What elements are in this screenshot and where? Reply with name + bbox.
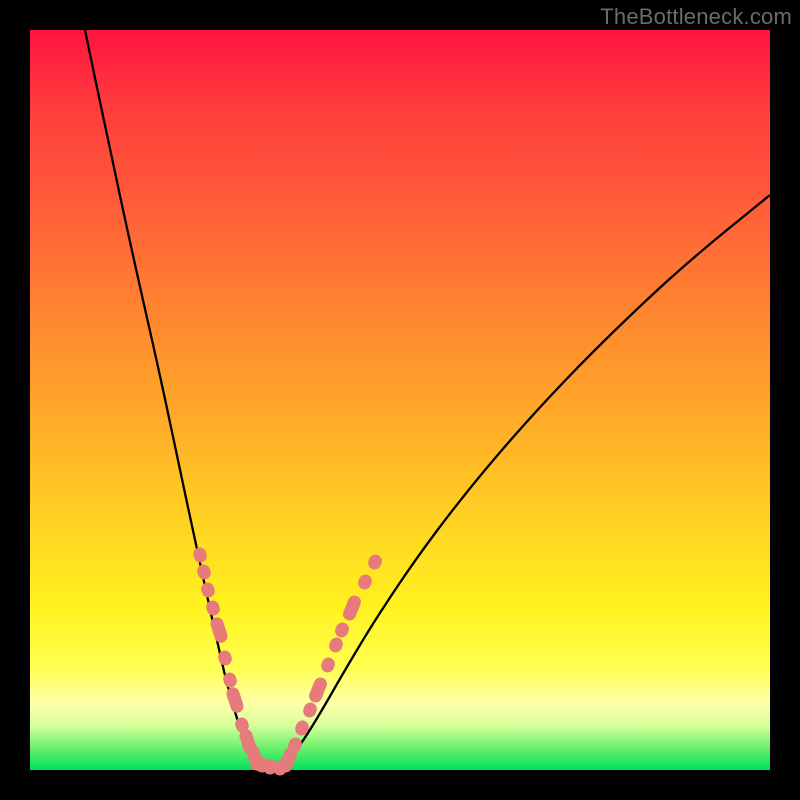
- bead-marker: [319, 656, 337, 675]
- left-curve: [85, 30, 260, 767]
- bead-marker: [327, 636, 345, 655]
- right-curve: [280, 195, 770, 767]
- curve-layer: [30, 30, 770, 770]
- bead-marker: [200, 581, 217, 599]
- bead-marker: [301, 701, 319, 720]
- chart-frame: [30, 30, 770, 770]
- bead-marker: [366, 553, 384, 572]
- watermark-text: TheBottleneck.com: [600, 4, 792, 30]
- bead-marker: [192, 546, 209, 564]
- bead-marker: [307, 676, 329, 705]
- bead-marker: [356, 573, 374, 592]
- bead-marker: [209, 616, 229, 645]
- bead-marker: [341, 594, 363, 623]
- bead-marker: [196, 563, 213, 581]
- bead-marker: [205, 599, 222, 617]
- bead-group: [192, 546, 384, 776]
- bead-marker: [225, 686, 245, 715]
- bead-marker: [333, 621, 351, 640]
